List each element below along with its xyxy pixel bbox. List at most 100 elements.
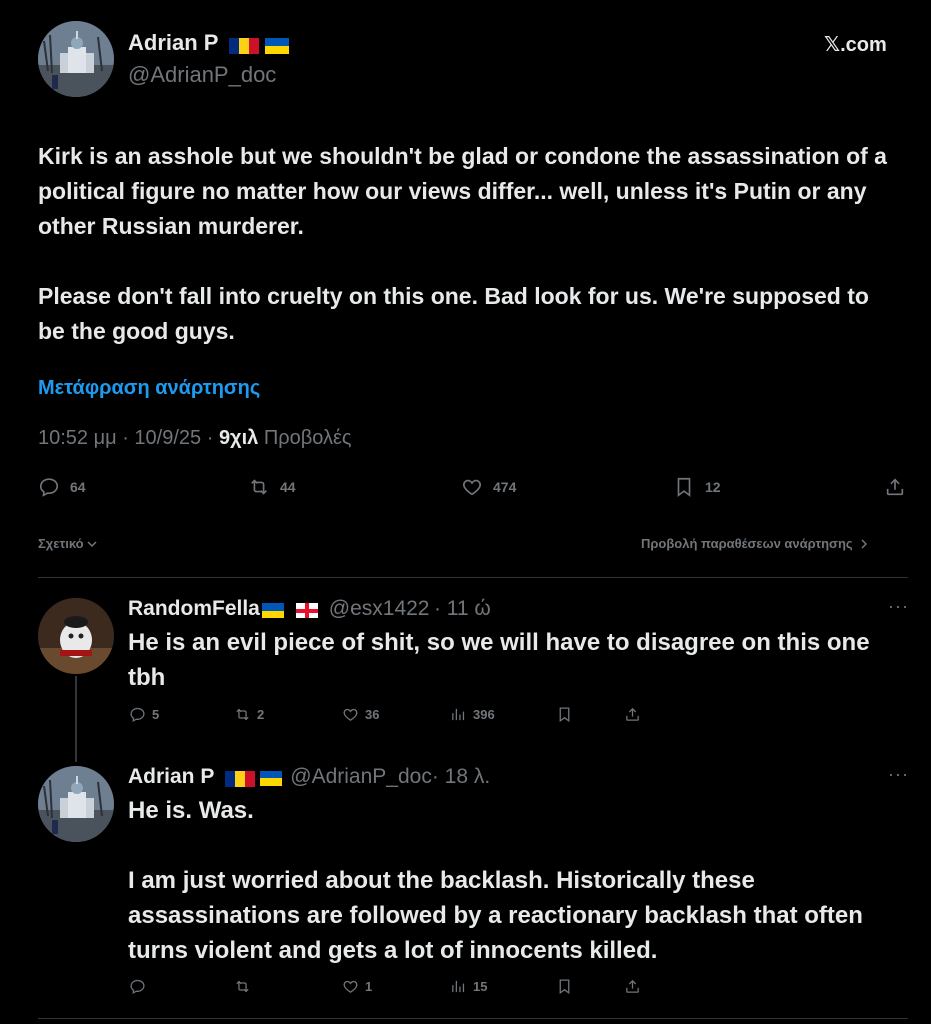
reply-author-name[interactable]: RandomFella — [128, 597, 260, 620]
reply-avatar[interactable] — [38, 766, 114, 842]
georgia-flag-icon — [296, 603, 319, 619]
reply-icon — [130, 979, 145, 995]
reply-header: Adrian P @AdrianP_doc· 18 λ. — [128, 765, 490, 789]
like-count: 474 — [493, 479, 517, 495]
reply-author-handle[interactable]: @AdrianP_doc — [290, 765, 432, 788]
like-icon — [343, 708, 358, 721]
reply-header: RandomFella @esx1422 · 11 ώ — [128, 597, 491, 621]
views-icon — [452, 708, 465, 721]
ukraine-flag-icon — [261, 603, 284, 619]
bookmark-icon — [559, 979, 570, 995]
views-count: 9χιλ — [218, 427, 259, 449]
tweet-timestamp[interactable]: 10:52 μμ · 10/9/25 · — [38, 427, 219, 449]
repost-button[interactable] — [234, 978, 257, 995]
repost-icon — [251, 479, 267, 495]
reply-count: 5 — [152, 707, 160, 722]
share-icon — [626, 707, 639, 721]
ukraine-flag-blue — [259, 770, 282, 779]
romania-flag-red — [248, 37, 259, 54]
reply-time[interactable]: · 11 ώ — [434, 597, 491, 620]
views-button[interactable]: 15 — [450, 978, 487, 995]
ukraine-flag-blue — [264, 37, 289, 46]
like-button[interactable]: 36 — [342, 706, 379, 723]
reply-icon — [130, 707, 145, 723]
ukraine-flag-icon — [259, 770, 282, 786]
ukraine-flag-yellow — [259, 778, 282, 786]
like-count: 1 — [365, 979, 373, 994]
more-icon[interactable]: ··· — [888, 596, 909, 617]
repost-count: 44 — [280, 479, 296, 495]
repost-button[interactable]: 2 — [234, 706, 264, 723]
views-label: Προβολές — [258, 427, 352, 449]
ukraine-flag-icon — [264, 37, 289, 54]
romania-flag-yellow — [234, 770, 245, 787]
like-button[interactable]: 1 — [342, 978, 372, 995]
repost-icon — [236, 708, 249, 721]
like-count: 36 — [365, 707, 380, 722]
share-button[interactable] — [624, 706, 641, 723]
chevron-right-icon — [861, 538, 867, 549]
ukraine-flag-yellow — [264, 45, 289, 54]
views-icon — [452, 980, 465, 993]
ukraine-flag-yellow — [261, 610, 284, 619]
x-com-logo: 𝕏.com — [824, 34, 887, 56]
repost-count: 2 — [257, 707, 265, 722]
tweet-text: Kirk is an asshole but we shouldn't be g… — [38, 143, 887, 344]
church-avatar-image — [38, 21, 114, 97]
ukraine-flag-blue — [261, 603, 284, 611]
bookmark-button[interactable] — [556, 978, 573, 995]
bookmark-icon — [677, 477, 691, 497]
divider — [38, 1018, 908, 1019]
reply-button[interactable]: 64 — [38, 476, 86, 498]
romania-flag-icon — [228, 37, 239, 54]
author-name-row: Adrian P — [128, 30, 289, 56]
translate-post-link[interactable]: Μετάφραση ανάρτησης — [38, 377, 260, 400]
more-icon[interactable]: ··· — [888, 764, 909, 785]
reply-icon — [39, 478, 59, 497]
reply-button[interactable]: 5 — [129, 706, 159, 723]
bookmark-icon — [559, 707, 570, 723]
romania-flag-icon — [224, 770, 235, 787]
view-quotes-link[interactable]: Προβολή παραθέσεων ανάρτησης — [641, 536, 869, 551]
reply-author-handle[interactable]: @esx1422 — [329, 597, 430, 620]
bookmark-button[interactable] — [556, 706, 573, 723]
views-count: 396 — [473, 707, 495, 722]
author-handle[interactable]: @AdrianP_doc — [128, 62, 276, 88]
like-icon — [343, 980, 358, 993]
flags — [224, 770, 282, 787]
share-icon — [886, 478, 904, 496]
romania-flag-red — [244, 770, 255, 787]
bookmark-button[interactable]: 12 — [673, 476, 721, 498]
views-count: 15 — [473, 979, 488, 994]
bookmark-count: 12 — [705, 479, 721, 495]
reply-avatar[interactable] — [38, 598, 114, 674]
reply-button[interactable] — [129, 978, 152, 995]
like-icon — [463, 479, 481, 496]
share-button[interactable] — [884, 476, 906, 498]
relevance-label: Σχετικό — [38, 536, 84, 551]
divider — [38, 577, 908, 578]
like-button[interactable]: 474 — [461, 476, 516, 498]
reply-count: 64 — [70, 479, 86, 495]
thread-line — [75, 676, 77, 762]
reply-text: He is. Was. I am just worried about the … — [128, 797, 863, 964]
flags — [228, 37, 289, 54]
share-button[interactable] — [624, 978, 641, 995]
repost-button[interactable]: 44 — [248, 476, 296, 498]
share-icon — [626, 979, 639, 993]
author-avatar[interactable] — [38, 21, 114, 97]
cat-avatar-image — [38, 598, 114, 674]
author-name[interactable]: Adrian P — [128, 30, 218, 55]
quotes-label: Προβολή παραθέσεων ανάρτησης — [641, 536, 853, 551]
views-button[interactable]: 396 — [450, 706, 495, 723]
tweet-meta: 10:52 μμ · 10/9/25 · 9χιλ Προβολές — [38, 427, 352, 450]
georgia-flag-hbar — [296, 608, 319, 613]
repost-icon — [236, 980, 249, 993]
sort-relevance-dropdown[interactable]: Σχετικό — [38, 536, 98, 551]
reply-time[interactable]: · 18 λ. — [432, 765, 490, 788]
romania-flag-yellow — [238, 37, 249, 54]
chevron-down-icon — [87, 540, 97, 547]
reply-author-name[interactable]: Adrian P — [128, 765, 214, 788]
church-avatar-image — [38, 766, 114, 842]
reply-text: He is an evil piece of shit, so we will … — [128, 629, 870, 691]
